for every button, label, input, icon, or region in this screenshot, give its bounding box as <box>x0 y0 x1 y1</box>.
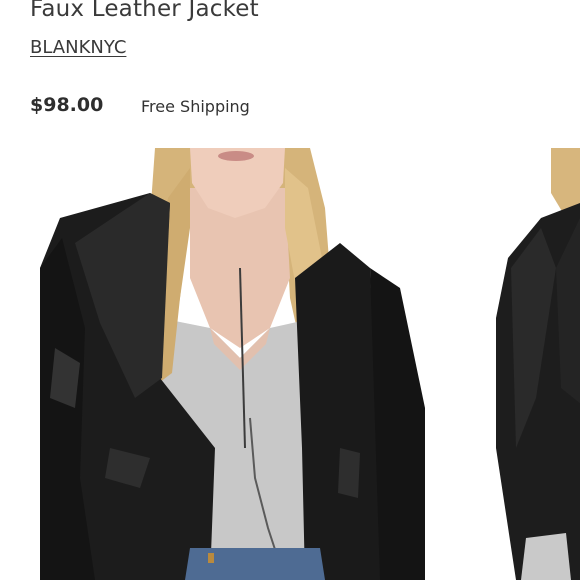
product-image-main[interactable] <box>40 148 425 580</box>
jacket-photo-illustration <box>40 148 425 580</box>
brand-link[interactable]: BLANKNYC <box>30 37 126 58</box>
shipping-label: Free Shipping <box>141 97 250 116</box>
product-title: Faux Leather Jacket <box>30 0 259 22</box>
product-image-next[interactable] <box>496 148 580 580</box>
image-carousel[interactable] <box>0 148 580 580</box>
jacket-back-photo-illustration <box>496 148 580 580</box>
price: $98.00 <box>30 94 104 116</box>
